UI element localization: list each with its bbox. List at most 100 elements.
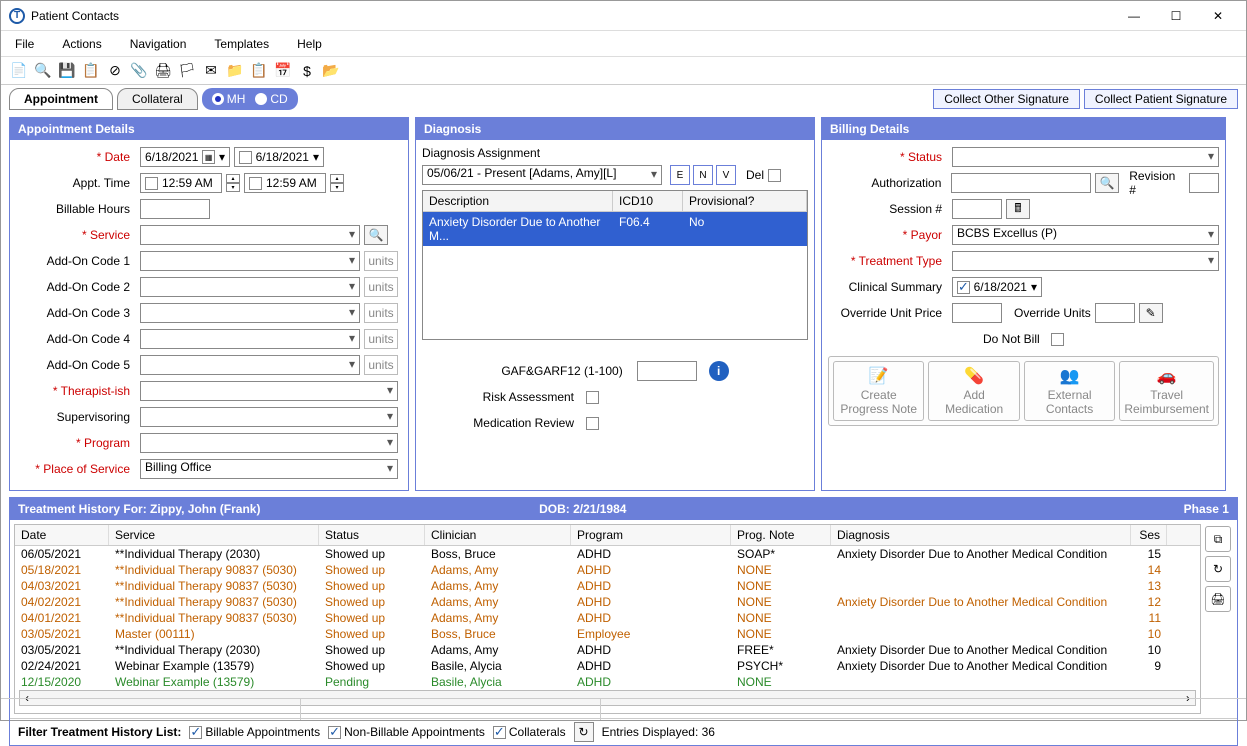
diagnosis-panel: Diagnosis Diagnosis Assignment 05/06/21 … [415,117,815,491]
binoculars-icon[interactable]: 🔍 [33,61,53,81]
diag-n-button[interactable]: N [693,165,713,185]
label-time: Appt. Time [16,176,136,190]
override-units-input[interactable] [1095,303,1135,323]
info-icon[interactable]: i [709,361,729,381]
menu-actions[interactable]: Actions [58,35,105,53]
diag-e-button[interactable]: E [670,165,690,185]
filter-refresh-button[interactable]: ↻ [574,722,594,742]
copy-icon[interactable]: 📋 [81,61,101,81]
calendar-icon[interactable]: ▦ [202,150,215,164]
clinical-summary-date[interactable]: 6/18/2021▾ [952,277,1042,297]
save-icon[interactable]: 💾 [57,61,77,81]
table-row[interactable]: 03/05/2021Master (00111)Showed upBoss, B… [15,626,1200,642]
addon3-select[interactable] [140,303,360,323]
session-input[interactable] [952,199,1002,219]
treatment-type-select[interactable] [952,251,1219,271]
diag-v-button[interactable]: V [716,165,736,185]
print-button[interactable]: 🖨 [1205,586,1231,612]
service-search-button[interactable]: 🔍 [364,225,388,245]
cancel-icon[interactable]: ⊘ [105,61,125,81]
place-select[interactable]: Billing Office [140,459,398,479]
table-row[interactable]: 03/05/2021**Individual Therapy (2030)Sho… [15,642,1200,658]
payor-select[interactable]: BCBS Excellus (P) [952,225,1219,245]
travel-reimbursement-button[interactable]: 🚗Travel Reimbursement [1119,361,1214,421]
billable-hours-input[interactable] [140,199,210,219]
override-tool-button[interactable]: ✎ [1139,303,1163,323]
gaf-input[interactable] [637,361,697,381]
time1-up[interactable]: ▴ [226,174,240,183]
maximize-button[interactable]: ☐ [1156,2,1196,30]
status-select[interactable] [952,147,1219,167]
table-row[interactable]: 04/02/2021**Individual Therapy 90837 (50… [15,594,1200,610]
table-row[interactable]: 05/18/2021**Individual Therapy 90837 (50… [15,562,1200,578]
note-icon: 📝 [869,366,889,386]
addon2-select[interactable] [140,277,360,297]
car-icon: 🚗 [1157,366,1177,386]
supervisor-select[interactable] [140,407,398,427]
revision-input[interactable] [1189,173,1219,193]
clipboard-icon[interactable]: 📋 [249,61,269,81]
authorization-input[interactable] [951,173,1091,193]
menu-templates[interactable]: Templates [210,35,273,53]
refresh-button[interactable]: ↻ [1205,556,1231,582]
close-button[interactable]: ✕ [1198,2,1238,30]
menu-file[interactable]: File [11,35,38,53]
add-medication-button[interactable]: 💊Add Medication [928,361,1019,421]
external-contacts-button[interactable]: 👥External Contacts [1024,361,1115,421]
diag-del-checkbox[interactable] [768,169,781,182]
filter-billable[interactable]: Billable Appointments [189,725,320,739]
radio-mh[interactable]: MH [212,92,246,106]
addon1-select[interactable] [140,251,360,271]
medreview-checkbox[interactable] [586,417,599,430]
dollar-icon[interactable]: $ [297,61,317,81]
tab-collateral[interactable]: Collateral [117,88,198,110]
filter-nonbillable[interactable]: Non-Billable Appointments [328,725,485,739]
minimize-button[interactable]: — [1114,2,1154,30]
table-row[interactable]: 12/15/2020Webinar Example (13579)Pending… [15,674,1200,690]
history-table[interactable]: Date Service Status Clinician Program Pr… [14,524,1201,714]
label-billable: Billable Hours [16,202,136,216]
table-row[interactable]: 02/24/2021Webinar Example (13579)Showed … [15,658,1200,674]
new-doc-icon[interactable]: 📄 [9,61,29,81]
end-time-input[interactable]: 12:59 AM [244,173,326,193]
folder-plus-icon[interactable]: 📁 [225,61,245,81]
table-row[interactable]: 04/01/2021**Individual Therapy 90837 (50… [15,610,1200,626]
tab-appointment[interactable]: Appointment [9,88,113,110]
window-title: Patient Contacts [31,9,1114,23]
menu-help[interactable]: Help [293,35,326,53]
risk-checkbox[interactable] [586,391,599,404]
copy-button[interactable]: ⧉ [1205,526,1231,552]
collect-patient-signature-button[interactable]: Collect Patient Signature [1084,89,1238,109]
radio-cd[interactable]: CD [255,92,287,106]
create-progress-note-button[interactable]: 📝Create Progress Note [833,361,924,421]
service-select[interactable] [140,225,360,245]
attach-icon[interactable]: 📎 [129,61,149,81]
label-diag-assign: Diagnosis Assignment [422,146,808,160]
donotbill-checkbox[interactable] [1051,333,1064,346]
therapist-select[interactable] [140,381,398,401]
mail-icon[interactable]: ✉ [201,61,221,81]
menu-navigation[interactable]: Navigation [126,35,191,53]
override-price-input[interactable] [952,303,1002,323]
end-date-input[interactable]: 6/18/2021▾ [234,147,324,167]
addon5-select[interactable] [140,355,360,375]
flag-icon[interactable]: 🏳 [177,61,197,81]
start-time-input[interactable]: 12:59 AM [140,173,222,193]
program-select[interactable] [140,433,398,453]
folder-open-icon[interactable]: 📂 [321,61,341,81]
diagnosis-assignment-select[interactable]: 05/06/21 - Present [Adams, Amy][L] [422,165,662,185]
session-calc-button[interactable]: 🖩 [1006,199,1030,219]
table-row[interactable]: 06/05/2021**Individual Therapy (2030)Sho… [15,546,1200,562]
time2-down[interactable]: ▾ [330,183,344,192]
calendar-icon[interactable]: 📅 [273,61,293,81]
addon4-select[interactable] [140,329,360,349]
time1-down[interactable]: ▾ [226,183,240,192]
auth-search-button[interactable]: 🔍 [1095,173,1119,193]
diagnosis-row[interactable]: Anxiety Disorder Due to Another M... F06… [423,212,807,246]
filter-collaterals[interactable]: Collaterals [493,725,566,739]
time2-up[interactable]: ▴ [330,174,344,183]
print-icon[interactable]: 🖨 [153,61,173,81]
start-date-input[interactable]: 6/18/2021▦▾ [140,147,230,167]
table-row[interactable]: 04/03/2021**Individual Therapy 90837 (50… [15,578,1200,594]
collect-other-signature-button[interactable]: Collect Other Signature [933,89,1080,109]
